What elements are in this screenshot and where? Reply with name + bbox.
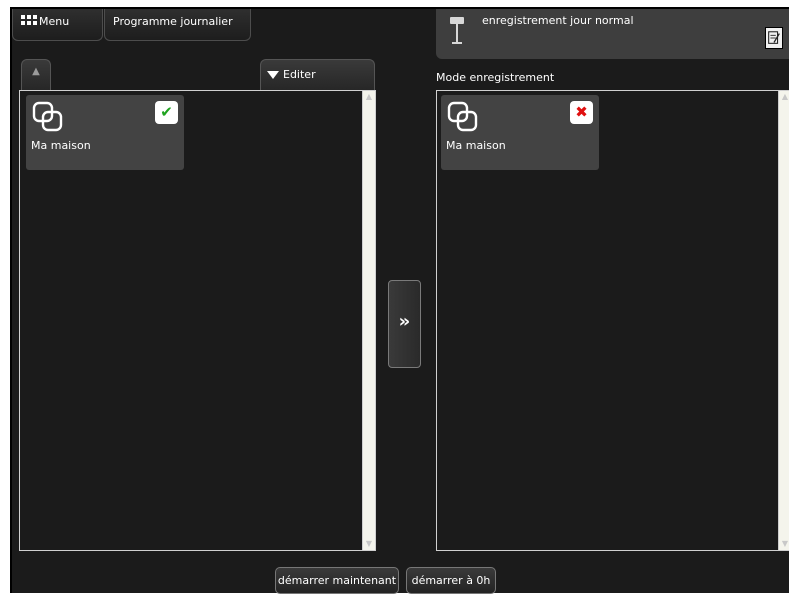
scroll-up-arrow-icon[interactable]: ▲ bbox=[779, 91, 789, 103]
chevron-up-icon: ▲ bbox=[32, 66, 40, 77]
menu-button[interactable]: Menu bbox=[12, 9, 103, 41]
scroll-up-arrow-icon[interactable]: ▲ bbox=[363, 91, 375, 103]
recording-title: enregistrement jour normal bbox=[482, 14, 634, 27]
cross-icon[interactable]: ✖ bbox=[570, 101, 593, 124]
start-now-label: démarrer maintenant bbox=[277, 574, 397, 587]
zone-tile[interactable]: Ma maison ✖ bbox=[441, 95, 599, 170]
menu-label: Menu bbox=[39, 15, 70, 28]
app-window: Menu Programme journalier enregistrement… bbox=[10, 7, 789, 594]
edit-label: Editer bbox=[283, 68, 316, 81]
zone-label: Ma maison bbox=[31, 139, 91, 152]
scroll-down-arrow-icon[interactable]: ▼ bbox=[779, 538, 789, 550]
start-now-button[interactable]: démarrer maintenant bbox=[275, 567, 399, 594]
overlapping-squares-icon bbox=[32, 101, 63, 132]
check-icon[interactable]: ✔ bbox=[155, 101, 178, 124]
available-zones-panel: Ma maison ✔ ▲ ▼ bbox=[19, 90, 376, 551]
grid-menu-icon bbox=[21, 15, 37, 26]
zone-label: Ma maison bbox=[446, 139, 506, 152]
daily-program-label: Programme journalier bbox=[113, 15, 233, 28]
daily-program-button[interactable]: Programme journalier bbox=[104, 9, 251, 41]
zone-tile[interactable]: Ma maison ✔ bbox=[26, 95, 184, 170]
transfer-button[interactable]: » bbox=[388, 280, 421, 368]
recording-header: enregistrement jour normal bbox=[436, 9, 789, 59]
start-at-midnight-button[interactable]: démarrer à 0h bbox=[406, 567, 496, 594]
double-chevron-right-icon: » bbox=[398, 311, 411, 332]
scrollbar[interactable]: ▲ ▼ bbox=[362, 91, 375, 550]
start-at-midnight-label: démarrer à 0h bbox=[411, 574, 491, 587]
edit-button[interactable]: Editer bbox=[260, 59, 375, 91]
recording-lamp-icon bbox=[450, 17, 464, 44]
recording-zones-panel: Ma maison ✖ ▲ ▼ bbox=[436, 90, 789, 551]
triangle-down-icon bbox=[267, 71, 279, 79]
recording-mode-title: Mode enregistrement bbox=[436, 71, 555, 84]
notepad-edit-icon[interactable] bbox=[765, 27, 783, 49]
scroll-down-arrow-icon[interactable]: ▼ bbox=[363, 538, 375, 550]
scroll-up-tab[interactable]: ▲ bbox=[21, 59, 51, 91]
overlapping-squares-icon bbox=[447, 101, 478, 132]
scrollbar[interactable]: ▲ ▼ bbox=[778, 91, 789, 550]
